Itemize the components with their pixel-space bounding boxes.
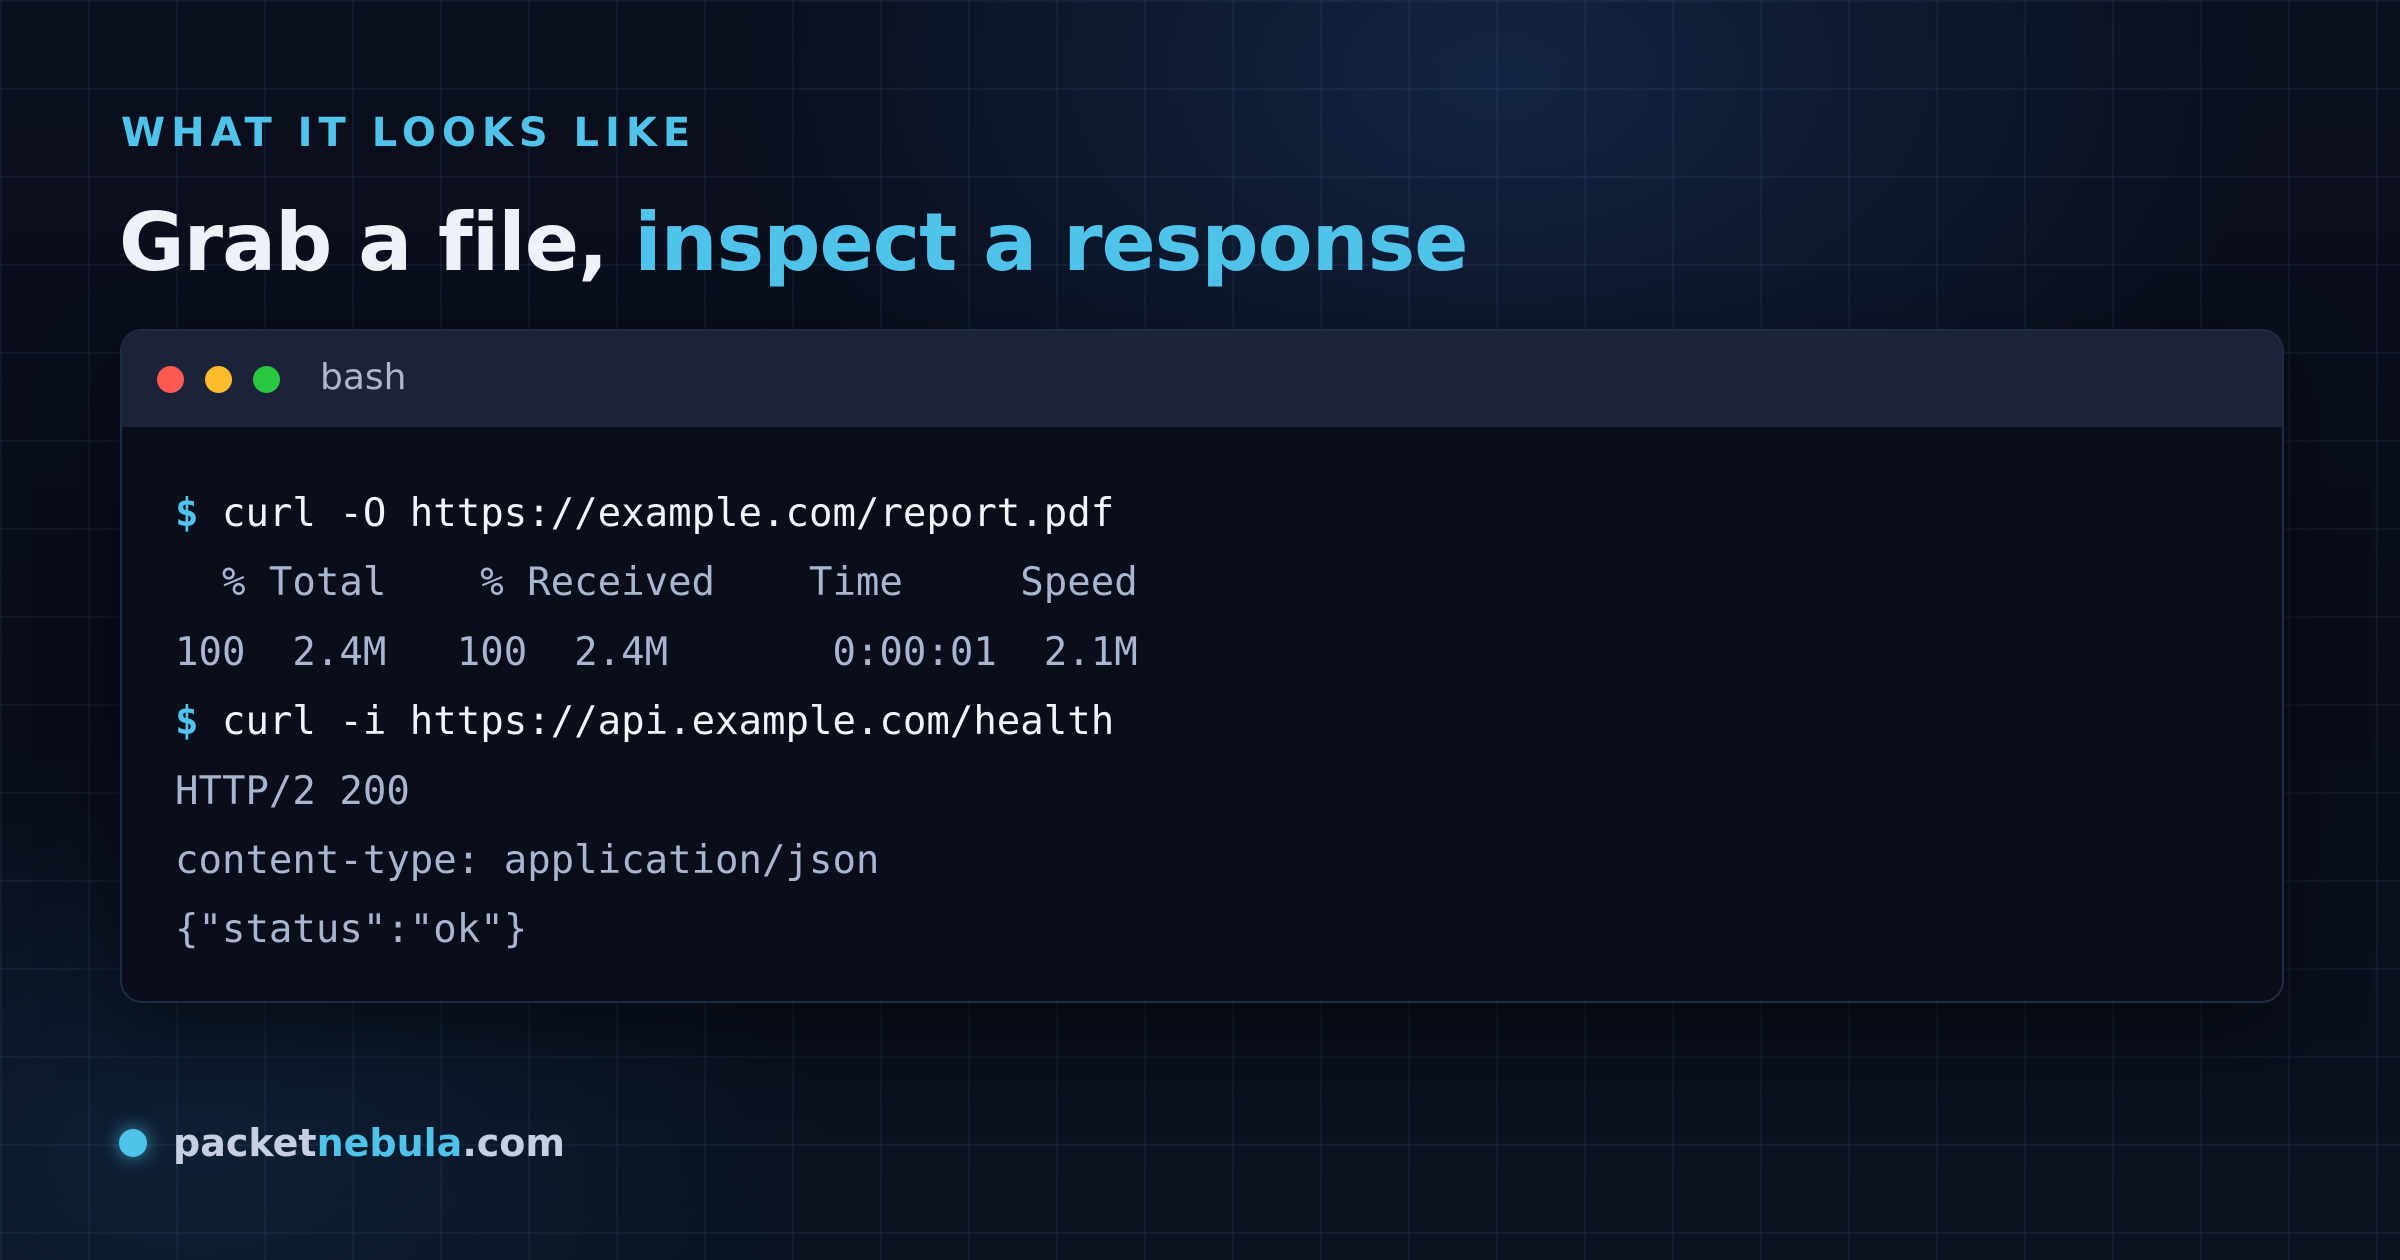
section-eyebrow: WHAT IT LOOKS LIKE: [121, 110, 697, 156]
page-headline: Grab a file, inspect a response: [119, 196, 1468, 289]
maximize-window-dot-icon[interactable]: [253, 366, 280, 393]
brand-accent: nebula: [316, 1121, 463, 1165]
terminal-window: bash $ curl -O https://example.com/repor…: [120, 329, 2284, 1003]
terminal-output: $ curl -O https://example.com/report.pdf…: [122, 427, 2282, 965]
brand-name[interactable]: packetnebula.com: [173, 1121, 565, 1165]
terminal-output-line: content-type: application/json: [175, 826, 2282, 895]
command-text: curl -O https://example.com/report.pdf: [221, 491, 1115, 536]
brand-prefix: packet: [173, 1121, 317, 1165]
headline-accent: inspect a response: [634, 196, 1468, 289]
footer-brand: packetnebula.com: [119, 1118, 565, 1168]
command-text: curl -i https://api.example.com/health: [221, 699, 1115, 745]
prompt-symbol: $: [175, 491, 199, 536]
terminal-title: bash: [320, 357, 407, 398]
minimize-window-dot-icon[interactable]: [205, 366, 232, 393]
prompt-symbol: $: [175, 699, 199, 745]
headline-lead: Grab a file,: [119, 196, 608, 289]
terminal-titlebar: bash: [122, 331, 2282, 427]
terminal-output-line: 100 2.4M 100 2.4M 0:00:01 2.1M: [175, 618, 2282, 687]
brand-dot-icon: [119, 1129, 147, 1157]
output-text: {"status":"ok"}: [175, 907, 528, 953]
output-text: HTTP/2 200: [175, 768, 410, 814]
output-text: % Total % Received Time Speed: [175, 560, 1138, 606]
terminal-output-line: HTTP/2 200: [175, 757, 2282, 826]
brand-suffix: .com: [462, 1121, 565, 1165]
terminal-output-line: % Total % Received Time Speed: [175, 548, 2282, 617]
output-text: content-type: application/json: [175, 837, 880, 883]
terminal-output-line: {"status":"ok"}: [175, 895, 2282, 964]
terminal-command-line: $ curl -i https://api.example.com/health: [175, 687, 2282, 756]
output-text: 100 2.4M 100 2.4M 0:00:01 2.1M: [175, 629, 1138, 675]
close-window-dot-icon[interactable]: [157, 366, 184, 393]
terminal-command-line: $ curl -O https://example.com/report.pdf: [175, 479, 2282, 548]
